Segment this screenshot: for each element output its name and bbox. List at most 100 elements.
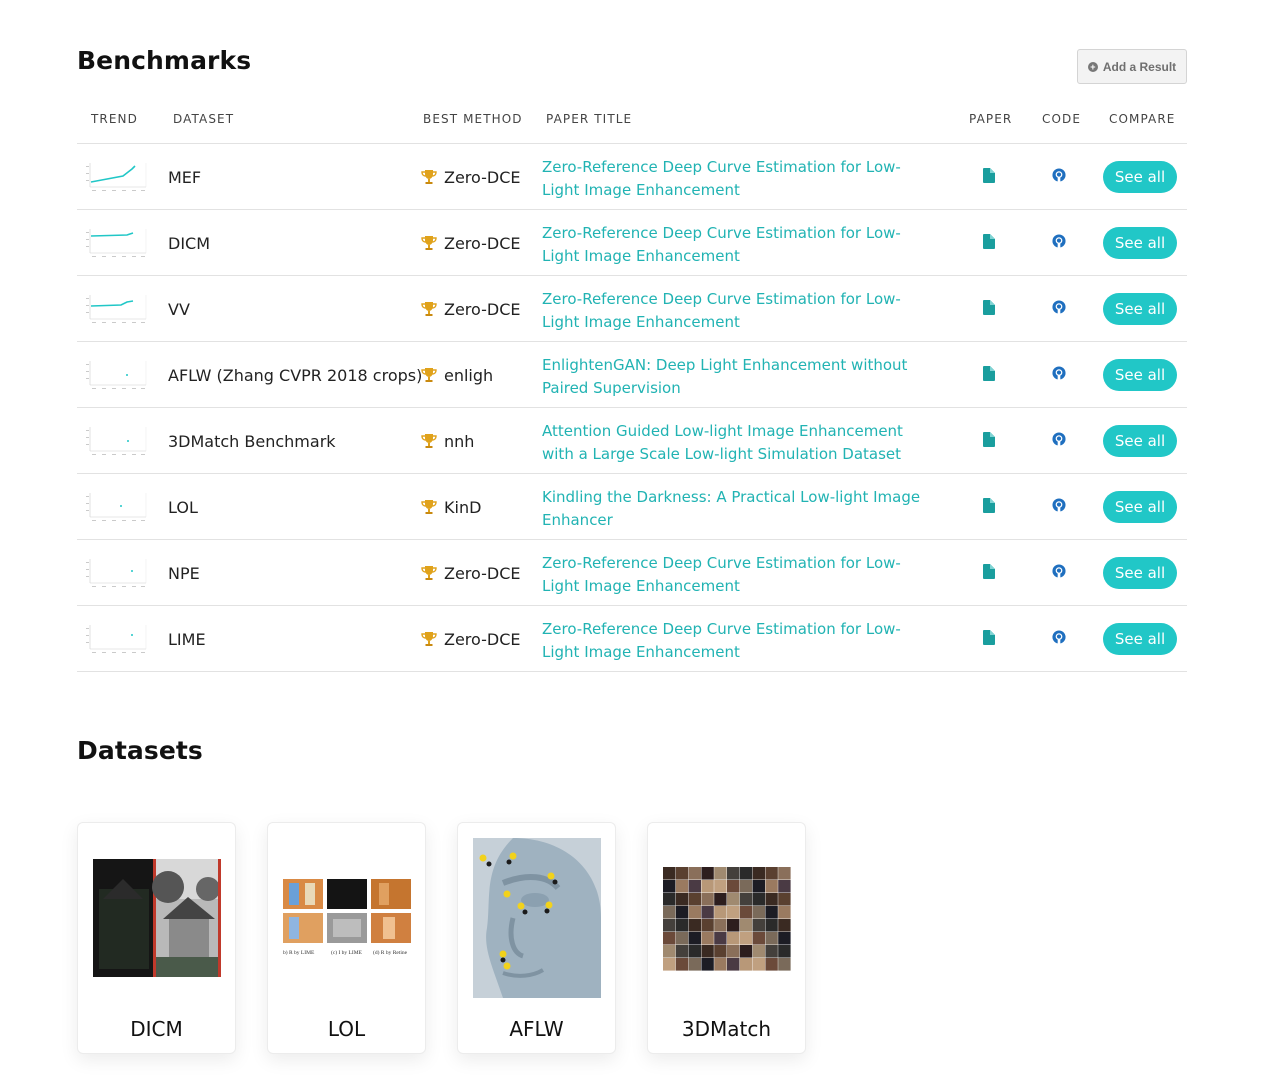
github-icon[interactable] xyxy=(1052,366,1066,380)
trophy-icon xyxy=(421,632,437,646)
benchmarks-table: TREND DATASET BEST METHOD PAPER TITLE PA… xyxy=(77,100,1187,672)
best-method-label: Zero-DCE xyxy=(444,233,521,253)
benchmarks-title: Benchmarks xyxy=(77,46,252,75)
table-row: DICM Zero-DCE Zero-Reference Deep Curve … xyxy=(77,210,1187,276)
see-all-button[interactable]: See all xyxy=(1103,425,1177,457)
trend-sparkline[interactable] xyxy=(85,557,147,589)
trend-sparkline[interactable] xyxy=(85,425,147,457)
dataset-card-3dmatch[interactable]: 3DMatch xyxy=(647,822,806,1054)
paper-title-link[interactable]: Zero-Reference Deep Curve Estimation for… xyxy=(542,222,932,268)
paper-title-link[interactable]: Kindling the Darkness: A Practical Low-l… xyxy=(542,486,932,532)
github-icon[interactable] xyxy=(1052,234,1066,248)
add-result-label: Add a Result xyxy=(1102,59,1177,74)
dataset-card-label: DICM xyxy=(130,1017,183,1041)
dataset-card-label: 3DMatch xyxy=(681,1017,772,1041)
see-all-button[interactable]: See all xyxy=(1103,227,1177,259)
column-header-best-method: BEST METHOD xyxy=(423,112,523,126)
dataset-name[interactable]: AFLW (Zhang CVPR 2018 crops) xyxy=(168,342,422,408)
dataset-card-lol[interactable]: b) R by LIME (c) I by LIME (d) R by Reti… xyxy=(267,822,426,1054)
best-method[interactable]: Zero-DCE xyxy=(421,606,521,672)
table-row: LIME Zero-DCE Zero-Reference Deep Curve … xyxy=(77,606,1187,672)
table-row: VV Zero-DCE Zero-Reference Deep Curve Es… xyxy=(77,276,1187,342)
github-icon[interactable] xyxy=(1052,498,1066,512)
paper-title-link[interactable]: EnlightenGAN: Deep Light Enhancement wit… xyxy=(542,354,932,400)
trophy-icon xyxy=(421,170,437,184)
table-header: TREND DATASET BEST METHOD PAPER TITLE PA… xyxy=(77,100,1187,144)
trend-sparkline[interactable] xyxy=(85,623,147,655)
dataset-name[interactable]: DICM xyxy=(168,210,210,276)
see-all-button[interactable]: See all xyxy=(1103,491,1177,523)
aflw-thumbnail xyxy=(473,838,601,998)
dataset-card-label: LOL xyxy=(327,1017,366,1041)
best-method[interactable]: Zero-DCE xyxy=(421,540,521,606)
see-all-button[interactable]: See all xyxy=(1103,293,1177,325)
trend-sparkline[interactable] xyxy=(85,491,147,523)
best-method[interactable]: nnh xyxy=(421,408,474,474)
dataset-name[interactable]: VV xyxy=(168,276,190,342)
column-header-paper: PAPER xyxy=(969,112,1013,126)
dataset-name[interactable]: MEF xyxy=(168,144,201,210)
best-method[interactable]: KinD xyxy=(421,474,481,540)
file-icon[interactable] xyxy=(983,234,995,249)
best-method-label: Zero-DCE xyxy=(444,299,521,319)
paper-title-link[interactable]: Zero-Reference Deep Curve Estimation for… xyxy=(542,156,932,202)
dataset-card-label: AFLW xyxy=(509,1017,564,1041)
dicm-thumbnail xyxy=(93,859,221,977)
dataset-name[interactable]: LOL xyxy=(168,474,198,540)
best-method-label: nnh xyxy=(444,431,475,451)
file-icon[interactable] xyxy=(983,564,995,579)
best-method-label: Zero-DCE xyxy=(444,167,521,187)
see-all-button[interactable]: See all xyxy=(1103,623,1177,655)
file-icon[interactable] xyxy=(983,300,995,315)
file-icon[interactable] xyxy=(983,366,995,381)
table-row: NPE Zero-DCE Zero-Reference Deep Curve E… xyxy=(77,540,1187,606)
see-all-button[interactable]: See all xyxy=(1103,161,1177,193)
best-method[interactable]: enligh xyxy=(421,342,493,408)
github-icon[interactable] xyxy=(1052,300,1066,314)
lol-caption-b: b) R by LIME xyxy=(283,949,315,956)
github-icon[interactable] xyxy=(1052,564,1066,578)
best-method[interactable]: Zero-DCE xyxy=(421,144,521,210)
trophy-icon xyxy=(421,434,437,448)
dataset-name[interactable]: LIME xyxy=(168,606,206,672)
add-result-button[interactable]: + Add a Result xyxy=(1077,49,1187,84)
datasets-title: Datasets xyxy=(77,736,203,765)
table-row: LOL KinD Kindling the Darkness: A Practi… xyxy=(77,474,1187,540)
dataset-name[interactable]: NPE xyxy=(168,540,200,606)
trend-sparkline[interactable] xyxy=(85,227,147,259)
dataset-card-dicm[interactable]: DICM xyxy=(77,822,236,1054)
github-icon[interactable] xyxy=(1052,630,1066,644)
column-header-trend: TREND xyxy=(91,112,138,126)
best-method-label: Zero-DCE xyxy=(444,563,521,583)
trend-sparkline[interactable] xyxy=(85,161,147,193)
file-icon[interactable] xyxy=(983,168,995,183)
github-icon[interactable] xyxy=(1052,168,1066,182)
trophy-icon xyxy=(421,500,437,514)
paper-title-link[interactable]: Zero-Reference Deep Curve Estimation for… xyxy=(542,552,932,598)
trend-sparkline[interactable] xyxy=(85,293,147,325)
see-all-button[interactable]: See all xyxy=(1103,557,1177,589)
dataset-name[interactable]: 3DMatch Benchmark xyxy=(168,408,336,474)
trophy-icon xyxy=(421,566,437,580)
file-icon[interactable] xyxy=(983,630,995,645)
paper-title-link[interactable]: Zero-Reference Deep Curve Estimation for… xyxy=(542,288,932,334)
lol-caption-d: (d) R by Retine xyxy=(373,949,408,956)
column-header-code: CODE xyxy=(1042,112,1082,126)
trend-sparkline[interactable] xyxy=(85,359,147,391)
file-icon[interactable] xyxy=(983,432,995,447)
lol-caption-c: (c) I by LIME xyxy=(331,949,363,956)
dataset-card-aflw[interactable]: AFLW xyxy=(457,822,616,1054)
table-row: AFLW (Zhang CVPR 2018 crops) enligh Enli… xyxy=(77,342,1187,408)
plus-circle-icon: + xyxy=(1087,61,1098,72)
table-row: MEF Zero-DCE Zero-Reference Deep Curve E… xyxy=(77,144,1187,210)
file-icon[interactable] xyxy=(983,498,995,513)
column-header-dataset: DATASET xyxy=(173,112,235,126)
paper-title-link[interactable]: Zero-Reference Deep Curve Estimation for… xyxy=(542,618,932,664)
best-method[interactable]: Zero-DCE xyxy=(421,210,521,276)
github-icon[interactable] xyxy=(1052,432,1066,446)
best-method-label: Zero-DCE xyxy=(444,629,521,649)
best-method[interactable]: Zero-DCE xyxy=(421,276,521,342)
see-all-button[interactable]: See all xyxy=(1103,359,1177,391)
column-header-paper-title: PAPER TITLE xyxy=(546,112,633,126)
paper-title-link[interactable]: Attention Guided Low-light Image Enhance… xyxy=(542,420,932,466)
